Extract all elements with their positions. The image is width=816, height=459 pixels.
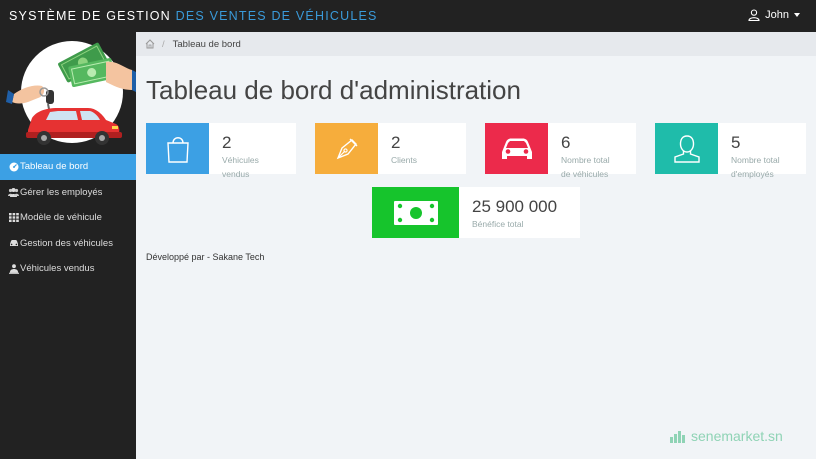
- card-icon-box: [315, 123, 378, 174]
- sidebar-item-label: Véhicules vendus: [20, 263, 95, 275]
- card-label-line1: Clients: [391, 155, 417, 165]
- pen-icon: [336, 138, 357, 159]
- sidebar-menu: Tableau de bord Gérer les employés Modèl…: [0, 154, 136, 282]
- footer-credit: Développé par - Sakane Tech: [146, 252, 265, 262]
- stat-card-total-vehicles[interactable]: 6 Nombre total de véhicules: [485, 123, 636, 179]
- card-label-line2: de véhicules: [561, 169, 609, 179]
- brand-text-accent: DES VENTES DE VÉHICULES: [175, 9, 378, 23]
- money-icon: [393, 200, 438, 225]
- sidebar-item-sold-vehicles[interactable]: Véhicules vendus: [0, 256, 136, 282]
- shopping-bag-icon: [166, 136, 189, 163]
- grid-icon: [8, 213, 19, 223]
- card-value: 6: [561, 133, 571, 152]
- user-car-icon: [8, 264, 19, 274]
- brand-text-primary: SYSTÈME DE GESTION: [9, 9, 171, 23]
- user-name: John: [765, 9, 789, 21]
- sidebar-item-label: Gérer les employés: [20, 186, 103, 198]
- home-icon[interactable]: [145, 39, 155, 49]
- car-icon: [501, 138, 532, 159]
- card-label-line2: d'employés: [731, 169, 774, 179]
- card-icon-box: [372, 187, 459, 238]
- stat-card-total-profit[interactable]: 25 900 000 Bénéfice total: [372, 187, 580, 238]
- chevron-down-icon: [794, 13, 800, 17]
- card-label-line2: vendus: [222, 169, 250, 179]
- card-label-line1: Nombre total: [561, 155, 610, 165]
- user-icon: [748, 9, 760, 21]
- users-icon: [8, 187, 19, 197]
- main-content: / Tableau de bord Tableau de bord d'admi…: [136, 32, 816, 459]
- car-sale-illustration: [6, 41, 136, 145]
- card-value: 25 900 000: [472, 197, 558, 216]
- breadcrumb-separator: /: [162, 38, 165, 50]
- car-icon: [8, 238, 19, 248]
- card-icon-box: [655, 123, 718, 174]
- sidebar-item-label: Tableau de bord: [20, 161, 89, 173]
- card-label-line1: Nombre total: [731, 155, 780, 165]
- top-navbar: SYSTÈME DE GESTION DES VENTES DE VÉHICUL…: [0, 0, 816, 32]
- card-icon-box: [146, 123, 209, 174]
- card-value: 2: [391, 133, 401, 152]
- watermark: senemarket.sn: [670, 428, 783, 444]
- app-brand[interactable]: SYSTÈME DE GESTION DES VENTES DE VÉHICUL…: [9, 9, 378, 23]
- card-label-line1: Véhicules: [222, 155, 259, 165]
- user-menu[interactable]: John: [748, 9, 800, 21]
- stat-card-vehicles-sold[interactable]: 2 Véhicules vendus: [146, 123, 296, 179]
- card-value: 5: [731, 133, 741, 152]
- sidebar-logo: [0, 32, 136, 152]
- card-value: 2: [222, 133, 232, 152]
- watermark-text: senemarket.sn: [691, 428, 783, 444]
- dashboard-icon: [8, 162, 19, 172]
- sidebar-item-label: Gestion des véhicules: [20, 237, 113, 249]
- breadcrumb: / Tableau de bord: [136, 32, 816, 56]
- card-icon-box: [485, 123, 548, 174]
- sidebar: Tableau de bord Gérer les employés Modèl…: [0, 32, 136, 459]
- sidebar-item-employees[interactable]: Gérer les employés: [0, 180, 136, 206]
- sidebar-item-dashboard[interactable]: Tableau de bord: [0, 154, 136, 180]
- stat-card-clients[interactable]: 2 Clients: [315, 123, 466, 174]
- breadcrumb-current: Tableau de bord: [172, 38, 241, 50]
- sidebar-item-label: Modèle de véhicule: [20, 212, 102, 224]
- card-label-line1: Bénéfice total: [472, 219, 524, 229]
- user-icon: [673, 134, 700, 163]
- page-title: Tableau de bord d'administration: [146, 75, 521, 105]
- sidebar-item-vehicle-models[interactable]: Modèle de véhicule: [0, 205, 136, 231]
- sidebar-item-vehicle-management[interactable]: Gestion des véhicules: [0, 231, 136, 257]
- stat-card-total-employees[interactable]: 5 Nombre total d'employés: [655, 123, 806, 179]
- watermark-logo-icon: [670, 431, 685, 443]
